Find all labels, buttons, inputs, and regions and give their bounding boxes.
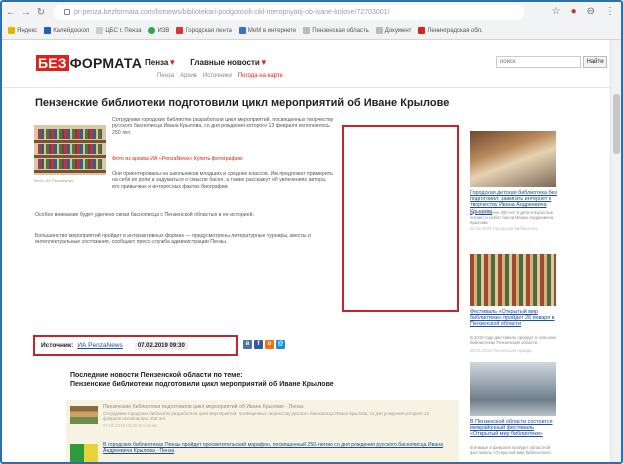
latest-news-heading: Последние новости Пензенской области по … (70, 372, 334, 388)
bookmark-icon (375, 27, 383, 34)
source-label: Источник: (41, 342, 74, 349)
ad-placeholder (342, 125, 459, 312)
source-link[interactable]: ИА PenzaNews (77, 342, 123, 349)
region-dropdown[interactable]: Пенза▼ (145, 58, 176, 67)
browser-chrome: ← → ↻ pr-penza.bezformata.com/listnews/b… (2, 2, 621, 40)
bookshelf-row (38, 129, 102, 139)
photo-archive-link[interactable]: Фото из архива ИА «PenzaNews» Купить фот… (112, 156, 334, 162)
sidebar-news-image[interactable] (470, 362, 556, 416)
bookmark-icon (8, 27, 15, 34)
mail-icon[interactable]: @ (276, 340, 285, 349)
source-box: Источник: ИА PenzaNews 07.02.2019 09:30 (33, 335, 238, 356)
bookmark-item[interactable]: Яндекс (8, 27, 37, 34)
bookmark-icon (303, 27, 311, 34)
forward-icon[interactable]: → (20, 6, 32, 20)
browser-actions: ☆ ● ⊖ ⋮ (552, 6, 615, 17)
bookmarks-bar: Яндекс Калейдоскоп ЦБС г. Пенза ИЗВ Горо… (2, 23, 621, 38)
list-item[interactable]: В городских библиотеках Пензы пройдет пр… (70, 442, 455, 462)
chevron-down-icon: ▼ (168, 58, 177, 67)
news-title[interactable]: Пензенские библиотеки подготовили цикл м… (103, 404, 303, 410)
latest-news-list: Пензенские библиотеки подготовили цикл м… (66, 400, 459, 462)
star-icon[interactable]: ☆ (552, 6, 561, 17)
article-paragraph: Они ориентированы на школьников младших … (112, 171, 333, 190)
news-title[interactable]: В городских библиотеках Пензы пройдет пр… (103, 442, 448, 454)
subnav-item[interactable]: Источники (203, 73, 232, 79)
bookmark-icon (238, 27, 246, 34)
sidebar-news-image[interactable] (470, 254, 556, 306)
extension-icon[interactable]: ● (571, 6, 577, 17)
site-logo[interactable]: БЕЗ ФОРМАТА (36, 55, 142, 71)
sidebar-news-text: Всё уже более 200 лет в дети в взрослые … (470, 210, 554, 225)
sidebar-news-text: В 2019 году фестиваль пройдет в сельских… (470, 335, 557, 345)
bookmark-icon (176, 27, 184, 34)
sub-nav: Пенза Архив Источники Погода на карте (157, 73, 283, 79)
bookmark-item[interactable]: ИЗВ (148, 27, 169, 34)
menu-icon[interactable]: ⋮ (605, 6, 615, 17)
publish-date: 07.02.2019 09:30 (134, 341, 188, 350)
search-input[interactable] (496, 56, 581, 68)
main-news-dropdown[interactable]: Главные новости▼ (190, 58, 267, 67)
odnoklassniki-icon[interactable]: о (265, 340, 274, 349)
url-bar[interactable]: pr-penza.bezformata.com/listnews/bibliot… (54, 5, 524, 20)
news-meta: 07.02.2019 09:30 Источник (103, 423, 158, 428)
sidebar-news-title[interactable]: В Пензенской области состоится межрайонн… (470, 419, 560, 438)
sidebar-news-image[interactable] (470, 131, 556, 187)
chevron-down-icon: ▼ (259, 58, 268, 67)
article-title: Пензенские библиотеки подготовили цикл м… (35, 97, 450, 109)
back-icon[interactable]: ← (5, 6, 17, 20)
image-caption: Фото: ИА PenzaNews (34, 178, 74, 183)
bookmark-icon (96, 27, 104, 34)
news-thumbnail (70, 406, 98, 424)
bookmark-item[interactable]: ЦБС г. Пенза (96, 27, 141, 34)
sidebar-news-meta: 06.02.2019 Городская библиотека (470, 226, 538, 231)
article-paragraph: Большинство мероприятий пройдет в интера… (35, 233, 311, 246)
url-text: pr-penza.bezformata.com/listnews/bibliot… (74, 9, 390, 16)
bookshelf-row (38, 144, 102, 154)
bookmark-item[interactable]: Городская лента (176, 27, 232, 34)
shelf (34, 140, 106, 143)
shelf (34, 155, 106, 158)
address-row: ← → ↻ pr-penza.bezformata.com/listnews/b… (2, 4, 621, 22)
article-paragraph: Особое внимание будет уделено связи басн… (35, 212, 254, 218)
list-item[interactable]: Пензенские библиотеки подготовили цикл м… (70, 404, 455, 432)
region-nav: Пенза▼ Главные новости▼ (145, 58, 268, 67)
lock-icon (64, 9, 70, 16)
sidebar-news-meta: 25.01.2019 Пензенская правда (470, 348, 532, 353)
sidebar-news-text: В январе и феврале пройдет областной фес… (470, 445, 553, 455)
subnav-item[interactable]: Пенза (157, 73, 174, 79)
news-text: Сотрудники городских библиотек разработа… (103, 411, 429, 422)
bookmark-item[interactable]: Ленинградская обл. (418, 27, 483, 34)
facebook-icon[interactable]: f (254, 340, 263, 349)
scroll-thumb[interactable] (613, 94, 620, 154)
bookmark-item[interactable]: Пензенская область (303, 27, 369, 34)
share-buttons: в f о @ (243, 340, 285, 349)
account-icon[interactable]: ⊖ (587, 6, 595, 17)
article-paragraph: Сотрудники городских библиотек разработа… (112, 117, 334, 136)
site-header: БЕЗ ФОРМАТА Пенза▼ Главные новости▼ Пенза… (2, 40, 610, 88)
bookmark-icon (418, 27, 426, 34)
bookshelf-row (38, 159, 102, 169)
subnav-item[interactable]: Архив (180, 73, 197, 79)
shelf (34, 170, 106, 173)
subnav-item[interactable]: Погода на карте (238, 73, 283, 79)
sidebar-news-title[interactable]: Фестиваль «Открытый мир библиотеки» прой… (470, 309, 560, 328)
bookmark-item[interactable]: МеМ в интернете (238, 27, 296, 34)
bookmark-item[interactable]: Калейдоскоп (44, 27, 89, 34)
reload-icon[interactable]: ↻ (35, 6, 47, 20)
vk-icon[interactable]: в (243, 340, 252, 349)
bookmark-icon (148, 27, 156, 34)
search-button[interactable]: Найти (583, 56, 607, 68)
scrollbar[interactable] (610, 40, 621, 462)
news-thumbnail (70, 444, 98, 462)
article-image[interactable] (34, 125, 106, 175)
bookmark-icon (44, 27, 52, 34)
bookmark-item[interactable]: Документ (375, 27, 411, 34)
